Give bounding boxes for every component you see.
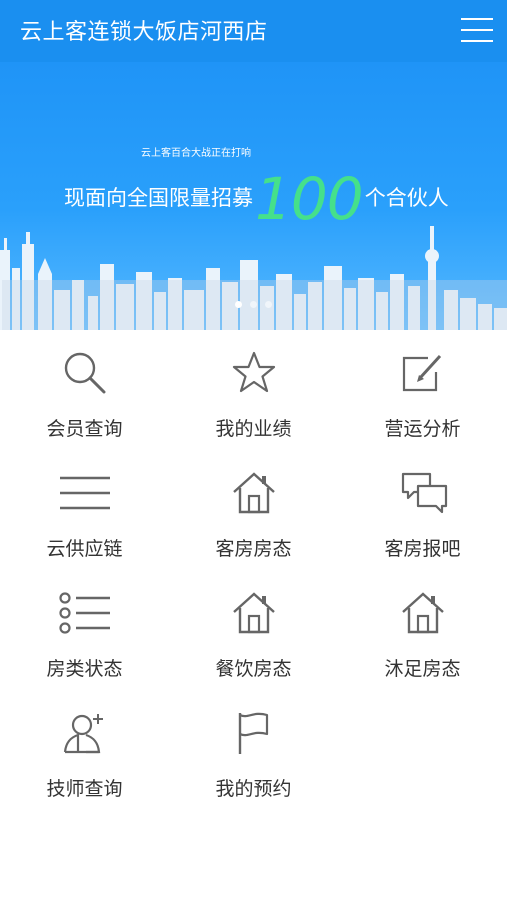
menu-item-my-performance[interactable]: 我的业绩 <box>169 330 338 450</box>
menu-item-room-type-status[interactable]: 房类状态 <box>0 570 169 690</box>
star-icon <box>232 351 276 393</box>
flag-icon <box>238 712 269 754</box>
carousel-dot-1[interactable] <box>235 301 242 308</box>
menu-item-my-reservations[interactable]: 我的预约 <box>169 690 338 810</box>
lines-icon <box>60 476 110 510</box>
menu-item-label: 技师查询 <box>46 778 123 800</box>
banner-headline-prefix: 现面向全国限量招募 <box>64 186 253 210</box>
user-add-icon <box>63 714 103 754</box>
house-icon <box>233 472 275 514</box>
menu-item-foot-spa-status[interactable]: 沐足房态 <box>338 570 507 690</box>
menu-item-label: 餐饮房态 <box>215 658 292 680</box>
carousel-dot-2[interactable] <box>250 301 257 308</box>
chat-icon <box>401 472 448 514</box>
menu-item-label: 我的业绩 <box>215 418 292 440</box>
menu-item-label: 会员查询 <box>46 418 123 440</box>
house-icon <box>402 592 444 634</box>
edit-icon <box>402 354 442 392</box>
app-header: 云上客连锁大饭店河西店 <box>0 0 507 62</box>
carousel-dot-3[interactable] <box>265 301 272 308</box>
menu-item-label: 我的预约 <box>215 778 292 800</box>
promo-banner[interactable]: 云上客百合大战正在打响 现面向全国限量招募100个合伙人 <box>0 62 507 330</box>
menu-item-guest-room-report[interactable]: 客房报吧 <box>338 450 507 570</box>
banner-subtitle: 云上客百合大战正在打响 <box>141 148 251 159</box>
page-title: 云上客连锁大饭店河西店 <box>20 20 268 45</box>
menu-item-label: 客房报吧 <box>384 538 461 560</box>
menu-item-label: 云供应链 <box>46 538 123 560</box>
search-icon <box>64 352 106 394</box>
menu-item-member-query[interactable]: 会员查询 <box>0 330 169 450</box>
menu-item-label: 客房房态 <box>215 538 292 560</box>
menu-item-dining-room-status[interactable]: 餐饮房态 <box>169 570 338 690</box>
menu-item-label: 营运分析 <box>384 418 461 440</box>
house-icon <box>233 592 275 634</box>
hamburger-menu-icon[interactable] <box>461 18 493 44</box>
list-icon <box>59 592 110 634</box>
menu-item-cloud-supply-chain[interactable]: 云供应链 <box>0 450 169 570</box>
city-skyline-image <box>0 226 507 330</box>
banner-headline-suffix: 个合伙人 <box>364 186 449 210</box>
menu-item-operation-analysis[interactable]: 营运分析 <box>338 330 507 450</box>
menu-item-technician-query[interactable]: 技师查询 <box>0 690 169 810</box>
menu-item-label: 房类状态 <box>46 658 123 680</box>
carousel-dots <box>0 293 507 312</box>
menu-item-guest-room-status[interactable]: 客房房态 <box>169 450 338 570</box>
menu-item-label: 沐足房态 <box>384 658 461 680</box>
